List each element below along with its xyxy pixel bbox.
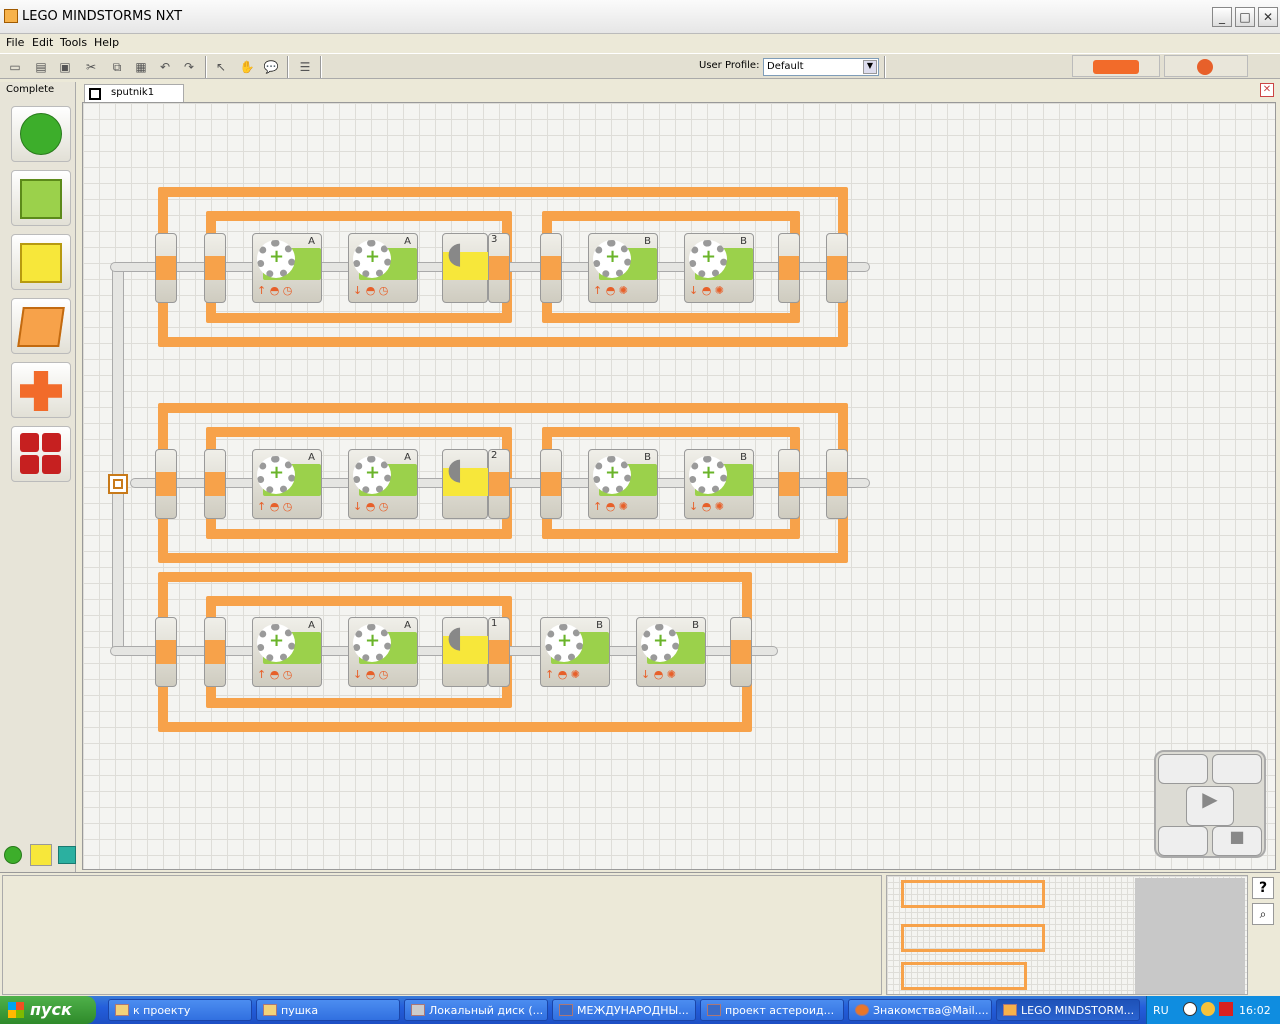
open-icon[interactable]: ▤ <box>32 58 50 76</box>
maximize-button[interactable]: □ <box>1235 7 1255 27</box>
paste-icon[interactable]: ▦ <box>132 58 150 76</box>
common-palette-tab[interactable] <box>4 846 22 864</box>
task-button-active[interactable]: LEGO MINDSTORM... <box>996 999 1140 1021</box>
user-profile-label: User Profile: <box>699 60 760 71</box>
menu-help[interactable]: Help <box>94 36 119 49</box>
system-tray: RU 16:02 <box>1146 996 1280 1024</box>
task-button[interactable]: Знакомства@Mail.... <box>848 999 992 1021</box>
separator <box>205 56 207 78</box>
copy-icon[interactable]: ⧉ <box>108 58 126 76</box>
grid-icon-cell <box>42 433 61 452</box>
document-tabs: sputnik1 ✕ <box>82 82 1276 102</box>
app-icon <box>4 9 18 23</box>
word-icon <box>559 1004 573 1016</box>
tray-icon[interactable] <box>1183 1002 1197 1016</box>
grid-icon-cell <box>42 455 61 474</box>
nxt-window-button[interactable] <box>1072 55 1160 77</box>
clock: 16:02 <box>1239 1004 1271 1017</box>
start-button[interactable]: пуск <box>0 996 96 1024</box>
redo-icon[interactable]: ↷ <box>180 58 198 76</box>
separator <box>320 56 322 78</box>
palette-label: Complete <box>6 84 55 95</box>
map-row <box>901 880 1045 908</box>
task-button[interactable]: МЕЖДУНАРОДНЫ... <box>552 999 696 1021</box>
download-button[interactable] <box>1164 55 1248 77</box>
folder-icon <box>115 1004 129 1016</box>
pointer-tool-icon[interactable]: ↖ <box>212 58 230 76</box>
new-icon[interactable]: ▭ <box>6 58 24 76</box>
windows-logo-icon <box>8 1002 24 1018</box>
drive-icon <box>411 1004 425 1016</box>
palette-action-button[interactable] <box>11 170 71 226</box>
palette-data-button[interactable] <box>11 362 71 418</box>
mail-icon[interactable] <box>1201 1002 1215 1016</box>
word-icon <box>707 1004 721 1016</box>
cut-icon[interactable]: ✂ <box>82 58 100 76</box>
palette-common-button[interactable] <box>11 106 71 162</box>
menu-bar: File Edit Tools Help <box>0 34 1280 53</box>
firefox-icon <box>855 1004 869 1016</box>
tab-sputnik1[interactable]: sputnik1 <box>84 84 184 102</box>
program-icon <box>89 88 101 100</box>
program-canvas[interactable] <box>82 102 1276 870</box>
toolbar: ▭ ▤ ▣ ✂ ⧉ ▦ ↶ ↷ ↖ ✋ 💬 ☰ User Profile: De… <box>0 53 1280 79</box>
palette-sensor-button[interactable] <box>11 234 71 290</box>
task-button[interactable]: пушка <box>256 999 400 1021</box>
nxt-brick-icon <box>1093 60 1139 74</box>
zoom-icon[interactable]: ⌕ <box>1252 903 1274 925</box>
separator <box>287 56 289 78</box>
minimize-button[interactable]: _ <box>1212 7 1232 27</box>
grid-icon-cell <box>20 455 39 474</box>
task-button[interactable]: к проекту <box>108 999 252 1021</box>
circle-icon <box>20 113 62 155</box>
chevron-down-icon[interactable]: ▼ <box>863 60 877 74</box>
palette-flow-button[interactable] <box>11 298 71 354</box>
nxt-app-icon <box>1003 1004 1017 1016</box>
menu-tools[interactable]: Tools <box>60 36 87 49</box>
block-config-area <box>2 875 882 995</box>
menu-edit[interactable]: Edit <box>32 36 53 49</box>
block-palette: Complete <box>0 82 76 872</box>
config-panel: ? ⌕ <box>0 872 1280 996</box>
data-cross-icon <box>20 371 62 411</box>
complete-palette-tab[interactable] <box>30 844 52 866</box>
taskbar: пуск к проекту пушка Локальный диск (...… <box>0 996 1280 1024</box>
title-bar: LEGO MINDSTORMS NXT _ □ ✕ <box>0 0 1280 34</box>
action-icon <box>20 179 62 219</box>
custom-palette-icon[interactable]: ☰ <box>296 58 314 76</box>
map-row <box>901 962 1027 990</box>
custom-palette-tab[interactable] <box>58 846 76 864</box>
separator <box>884 56 886 78</box>
palette-advanced-button[interactable] <box>11 426 71 482</box>
map-viewport[interactable] <box>1135 878 1245 994</box>
robot-icon <box>1197 59 1213 75</box>
pan-tool-icon[interactable]: ✋ <box>238 58 256 76</box>
help-icon[interactable]: ? <box>1252 877 1274 899</box>
task-button[interactable]: проект астероид... <box>700 999 844 1021</box>
window-title: LEGO MINDSTORMS NXT <box>22 9 183 24</box>
map-row <box>901 924 1045 952</box>
map-overview[interactable] <box>886 875 1248 995</box>
user-profile-select[interactable]: Default ▼ <box>763 58 879 76</box>
grid-icon-cell <box>20 433 39 452</box>
language-indicator[interactable]: RU <box>1153 1004 1169 1017</box>
undo-icon[interactable]: ↶ <box>156 58 174 76</box>
close-button[interactable]: ✕ <box>1258 7 1278 27</box>
sensor-icon <box>20 243 62 283</box>
flow-icon <box>17 307 65 347</box>
task-button[interactable]: Локальный диск (... <box>404 999 548 1021</box>
folder-icon <box>263 1004 277 1016</box>
menu-file[interactable]: File <box>6 36 24 49</box>
antivirus-icon[interactable] <box>1219 1002 1233 1016</box>
close-tab-icon[interactable]: ✕ <box>1260 83 1274 97</box>
save-icon[interactable]: ▣ <box>56 58 74 76</box>
comment-tool-icon[interactable]: 💬 <box>262 58 280 76</box>
